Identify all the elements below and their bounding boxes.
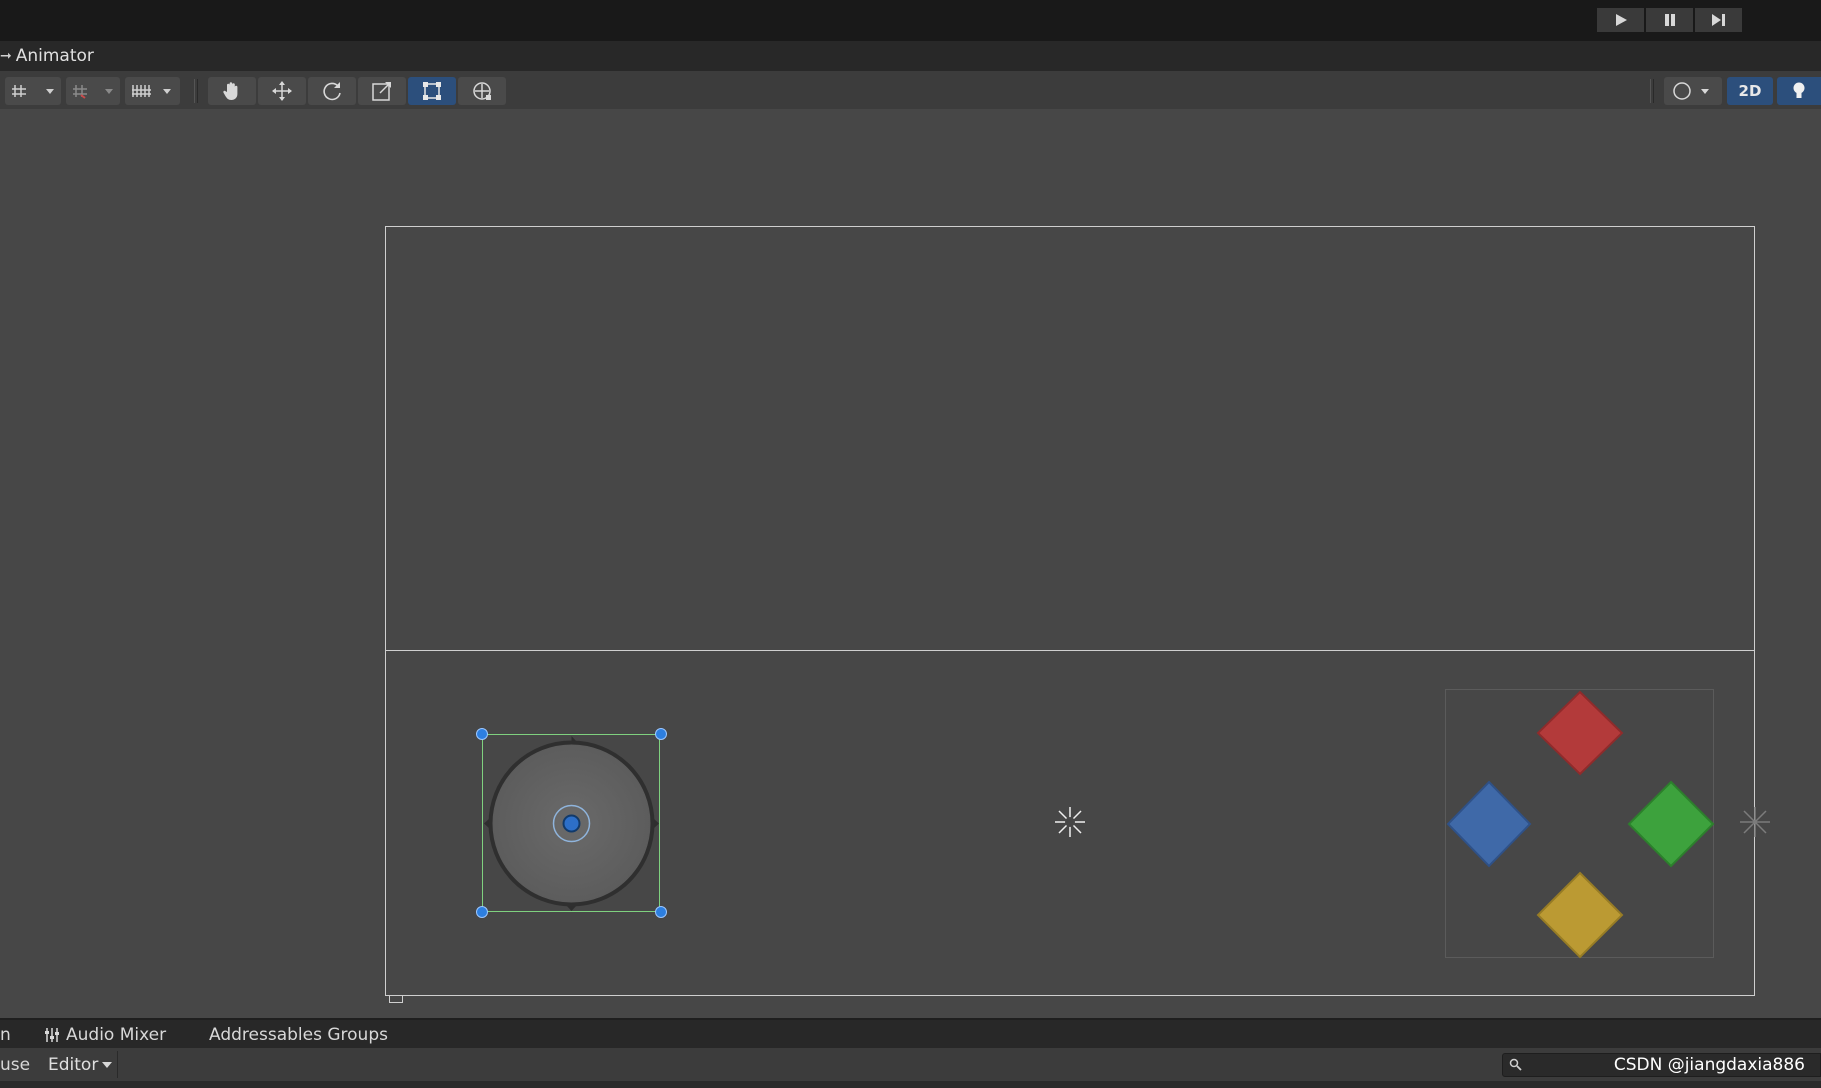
grid-visibility-icon [132,85,171,97]
bottom-button-icon[interactable] [1536,871,1624,959]
anchor-marker-icon[interactable] [1053,805,1087,839]
mode-2d-toggle[interactable]: 2D [1727,77,1773,105]
rect-handle-bottom-left[interactable] [476,906,488,918]
tab-animator-label: Animator [15,46,94,66]
play-controls-bar [0,0,1821,41]
incremental-snap-icon [73,85,113,99]
scale-tool-icon [372,82,391,101]
watermark-text: CSDN @jiangdaxia886 [1613,1055,1805,1075]
light-toggle[interactable] [1777,77,1821,105]
editor-dropdown-label: Editor [48,1054,99,1075]
play-controls [1597,8,1742,32]
bottom-tab-bar: n Audio Mixer Addressables Groups [0,1018,1821,1050]
transform-tool-icon [473,82,491,100]
grid-snap-dropdown[interactable] [5,77,61,105]
gizmo-dropdown[interactable] [1664,77,1722,105]
hand-tool-button[interactable] [208,77,256,105]
right-button-icon[interactable] [1627,780,1715,868]
grid-visibility-dropdown[interactable] [125,77,180,105]
gizmo-sphere-icon [1673,82,1709,100]
audio-mixer-icon [45,1028,59,1042]
rect-handle-top-left[interactable] [476,728,488,740]
canvas-divider-line [385,650,1755,651]
incremental-snap-dropdown[interactable] [66,77,120,105]
scale-tool-button[interactable] [358,77,406,105]
tab-addressables-groups-label: Addressables Groups [209,1025,388,1045]
rect-handle-top-right[interactable] [655,728,667,740]
step-icon [1711,14,1725,26]
panel-tab-bar: ➞ Animator [0,41,1821,71]
move-tool-icon [272,81,292,101]
scene-view[interactable] [0,109,1821,1018]
toolbar-separator [194,79,198,103]
play-icon [1615,14,1627,26]
tab-partial-left[interactable]: n [0,1020,11,1050]
rotate-tool-icon [323,82,341,101]
left-button-icon[interactable] [1446,780,1532,868]
search-icon [1509,1058,1522,1071]
tab-audio-mixer-label: Audio Mixer [66,1025,167,1045]
light-icon [1793,82,1805,98]
hand-tool-icon [223,82,238,100]
bottom-toolbar: use Editor [0,1048,1821,1081]
chevron-down-icon [102,1061,113,1068]
animator-tab-icon: ➞ [0,48,12,64]
step-button[interactable] [1695,8,1742,32]
rect-handle-bottom-right[interactable] [655,906,667,918]
rotate-tool-button[interactable] [308,77,356,105]
canvas-anchor-handle[interactable] [389,995,403,1003]
move-tool-button[interactable] [258,77,306,105]
transform-tool-button[interactable] [458,77,506,105]
button-pad[interactable] [1445,689,1715,959]
play-button[interactable] [1597,8,1644,32]
top-button-icon[interactable] [1536,690,1624,776]
toolbar-separator-right [1650,79,1654,103]
selection-rect [482,734,660,912]
grid-snap-icon [12,85,54,97]
anchor-marker-faded-icon[interactable] [1738,805,1772,839]
rect-tool-icon [423,82,441,100]
tab-audio-mixer[interactable]: Audio Mixer [44,1020,166,1050]
editor-dropdown[interactable]: Editor [44,1051,119,1078]
window-bottom-edge [0,1081,1821,1088]
rect-tool-button[interactable] [408,77,456,105]
partial-left-label[interactable]: use [0,1048,30,1081]
pause-icon [1664,14,1675,26]
tab-addressables-groups[interactable]: Addressables Groups [209,1020,388,1050]
tab-animator[interactable]: ➞ Animator [0,41,94,71]
pause-button[interactable] [1646,8,1693,32]
tab-partial-left-label: n [0,1025,11,1045]
scene-toolbar: 2D [0,71,1821,109]
